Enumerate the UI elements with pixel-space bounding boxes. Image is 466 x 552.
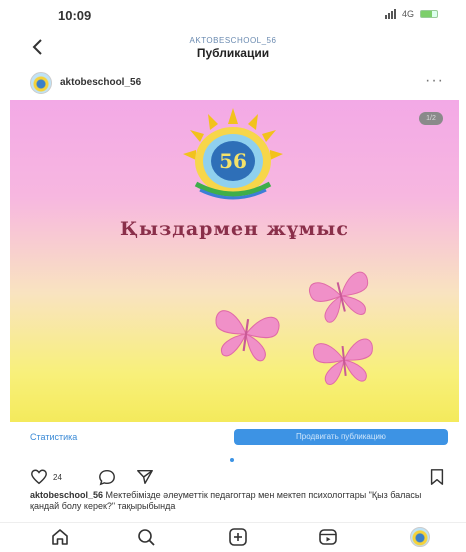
page-title: Публикации (196, 46, 270, 60)
profile-avatar[interactable] (410, 527, 430, 547)
statistics-link[interactable]: Статистика (30, 432, 77, 442)
status-bar: 10:09 4G (0, 0, 466, 28)
nav-bar: AKTOBESCHOOL_56 Публикации (0, 28, 466, 66)
promote-button[interactable]: Продвигать публикацию (234, 429, 448, 445)
post-headline: Қыздармен жұмыс (120, 218, 349, 240)
bookmark-icon[interactable] (428, 468, 446, 486)
school-logo: 56 (178, 106, 288, 206)
comment-icon[interactable] (98, 468, 116, 486)
add-icon[interactable] (228, 527, 248, 547)
heart-icon[interactable] (30, 468, 48, 486)
more-icon[interactable]: ··· (425, 72, 444, 90)
post-actions: 24 (0, 466, 466, 488)
reels-icon[interactable] (318, 527, 338, 547)
avatar[interactable] (30, 72, 52, 94)
butterfly-image (305, 328, 382, 391)
insights-row: Статистика Продвигать публикацию (0, 428, 466, 448)
post-image[interactable]: 1/2 56 Қыздармен жұмыс (10, 100, 459, 422)
likes-count[interactable]: 24 (53, 473, 62, 482)
post-caption[interactable]: aktobeschool_56 Мектебімізде әлеуметтік … (30, 490, 442, 520)
status-time: 10:09 (58, 8, 92, 23)
status-indicators: 4G (384, 9, 438, 19)
carousel-indicator (230, 458, 234, 462)
butterfly-image (300, 260, 381, 331)
signal-icon (384, 9, 396, 19)
caption-username[interactable]: aktobeschool_56 (30, 490, 103, 500)
image-counter: 1/2 (419, 112, 443, 125)
post-header: aktobeschool_56 ··· (0, 68, 466, 100)
network-label: 4G (401, 9, 414, 19)
account-handle: AKTOBESCHOOL_56 (189, 36, 277, 45)
send-icon[interactable] (136, 468, 154, 486)
home-icon[interactable] (50, 527, 70, 547)
logo-number: 56 (219, 149, 247, 173)
post-username[interactable]: aktobeschool_56 (60, 77, 141, 88)
battery-icon (420, 10, 438, 18)
bottom-tab-bar (0, 522, 466, 552)
search-icon[interactable] (136, 527, 156, 547)
butterfly-image (202, 299, 290, 370)
